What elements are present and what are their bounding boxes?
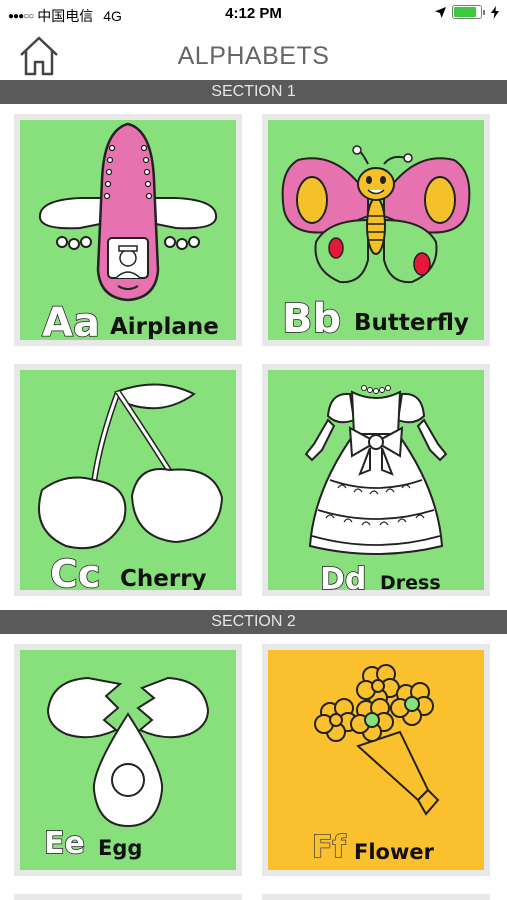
word-cherry: Cherry	[120, 566, 207, 590]
card-flower[interactable]: Ff Flower	[262, 644, 490, 876]
letter-c: Cc	[49, 551, 101, 590]
card-airplane[interactable]: Aa Airplane	[14, 114, 242, 346]
card-cherry[interactable]: Cc Cherry	[14, 364, 242, 596]
section-header-1: SECTION 1	[0, 80, 507, 104]
status-bar: ●●●○○ 中国电信 4G 4:12 PM	[0, 0, 507, 28]
charging-bolt-icon	[491, 5, 499, 19]
battery-tip	[483, 9, 485, 15]
section-header-2: SECTION 2	[0, 610, 507, 634]
card-airplane-inner: Aa Airplane	[20, 120, 236, 340]
flower-bouquet-illustration	[314, 664, 440, 816]
card-butterfly-inner: Bb Butterfly	[268, 120, 484, 340]
letter-b: Bb	[281, 295, 342, 340]
card-flower-inner: Ff Flower	[268, 650, 484, 870]
card-peek-left	[14, 894, 242, 900]
header: ALPHABETS	[0, 30, 507, 80]
card-butterfly[interactable]: Bb Butterfly	[262, 114, 490, 346]
page-title: ALPHABETS	[177, 42, 330, 70]
letter-d: Dd	[319, 561, 367, 590]
word-egg: Egg	[98, 836, 143, 860]
card-egg-inner: Ee Egg	[20, 650, 236, 870]
status-right	[435, 5, 499, 19]
card-dress-inner: Dd Dress	[268, 370, 484, 590]
letter-f: Ff	[311, 829, 346, 866]
letter-e: Ee	[43, 825, 85, 862]
clock: 4:12 PM	[225, 5, 282, 22]
card-egg[interactable]: Ee Egg	[14, 644, 242, 876]
battery-icon	[452, 5, 482, 19]
word-butterfly: Butterfly	[354, 310, 469, 336]
letter-a: Aa	[41, 299, 100, 340]
dress-illustration	[304, 385, 448, 555]
word-flower: Flower	[354, 840, 434, 864]
location-arrow-icon	[435, 6, 446, 18]
word-airplane: Airplane	[110, 314, 219, 340]
word-dress: Dress	[380, 572, 441, 590]
card-cherry-inner: Cc Cherry	[20, 370, 236, 590]
card-dress[interactable]: Dd Dress	[262, 364, 490, 596]
card-peek-right	[262, 894, 490, 900]
